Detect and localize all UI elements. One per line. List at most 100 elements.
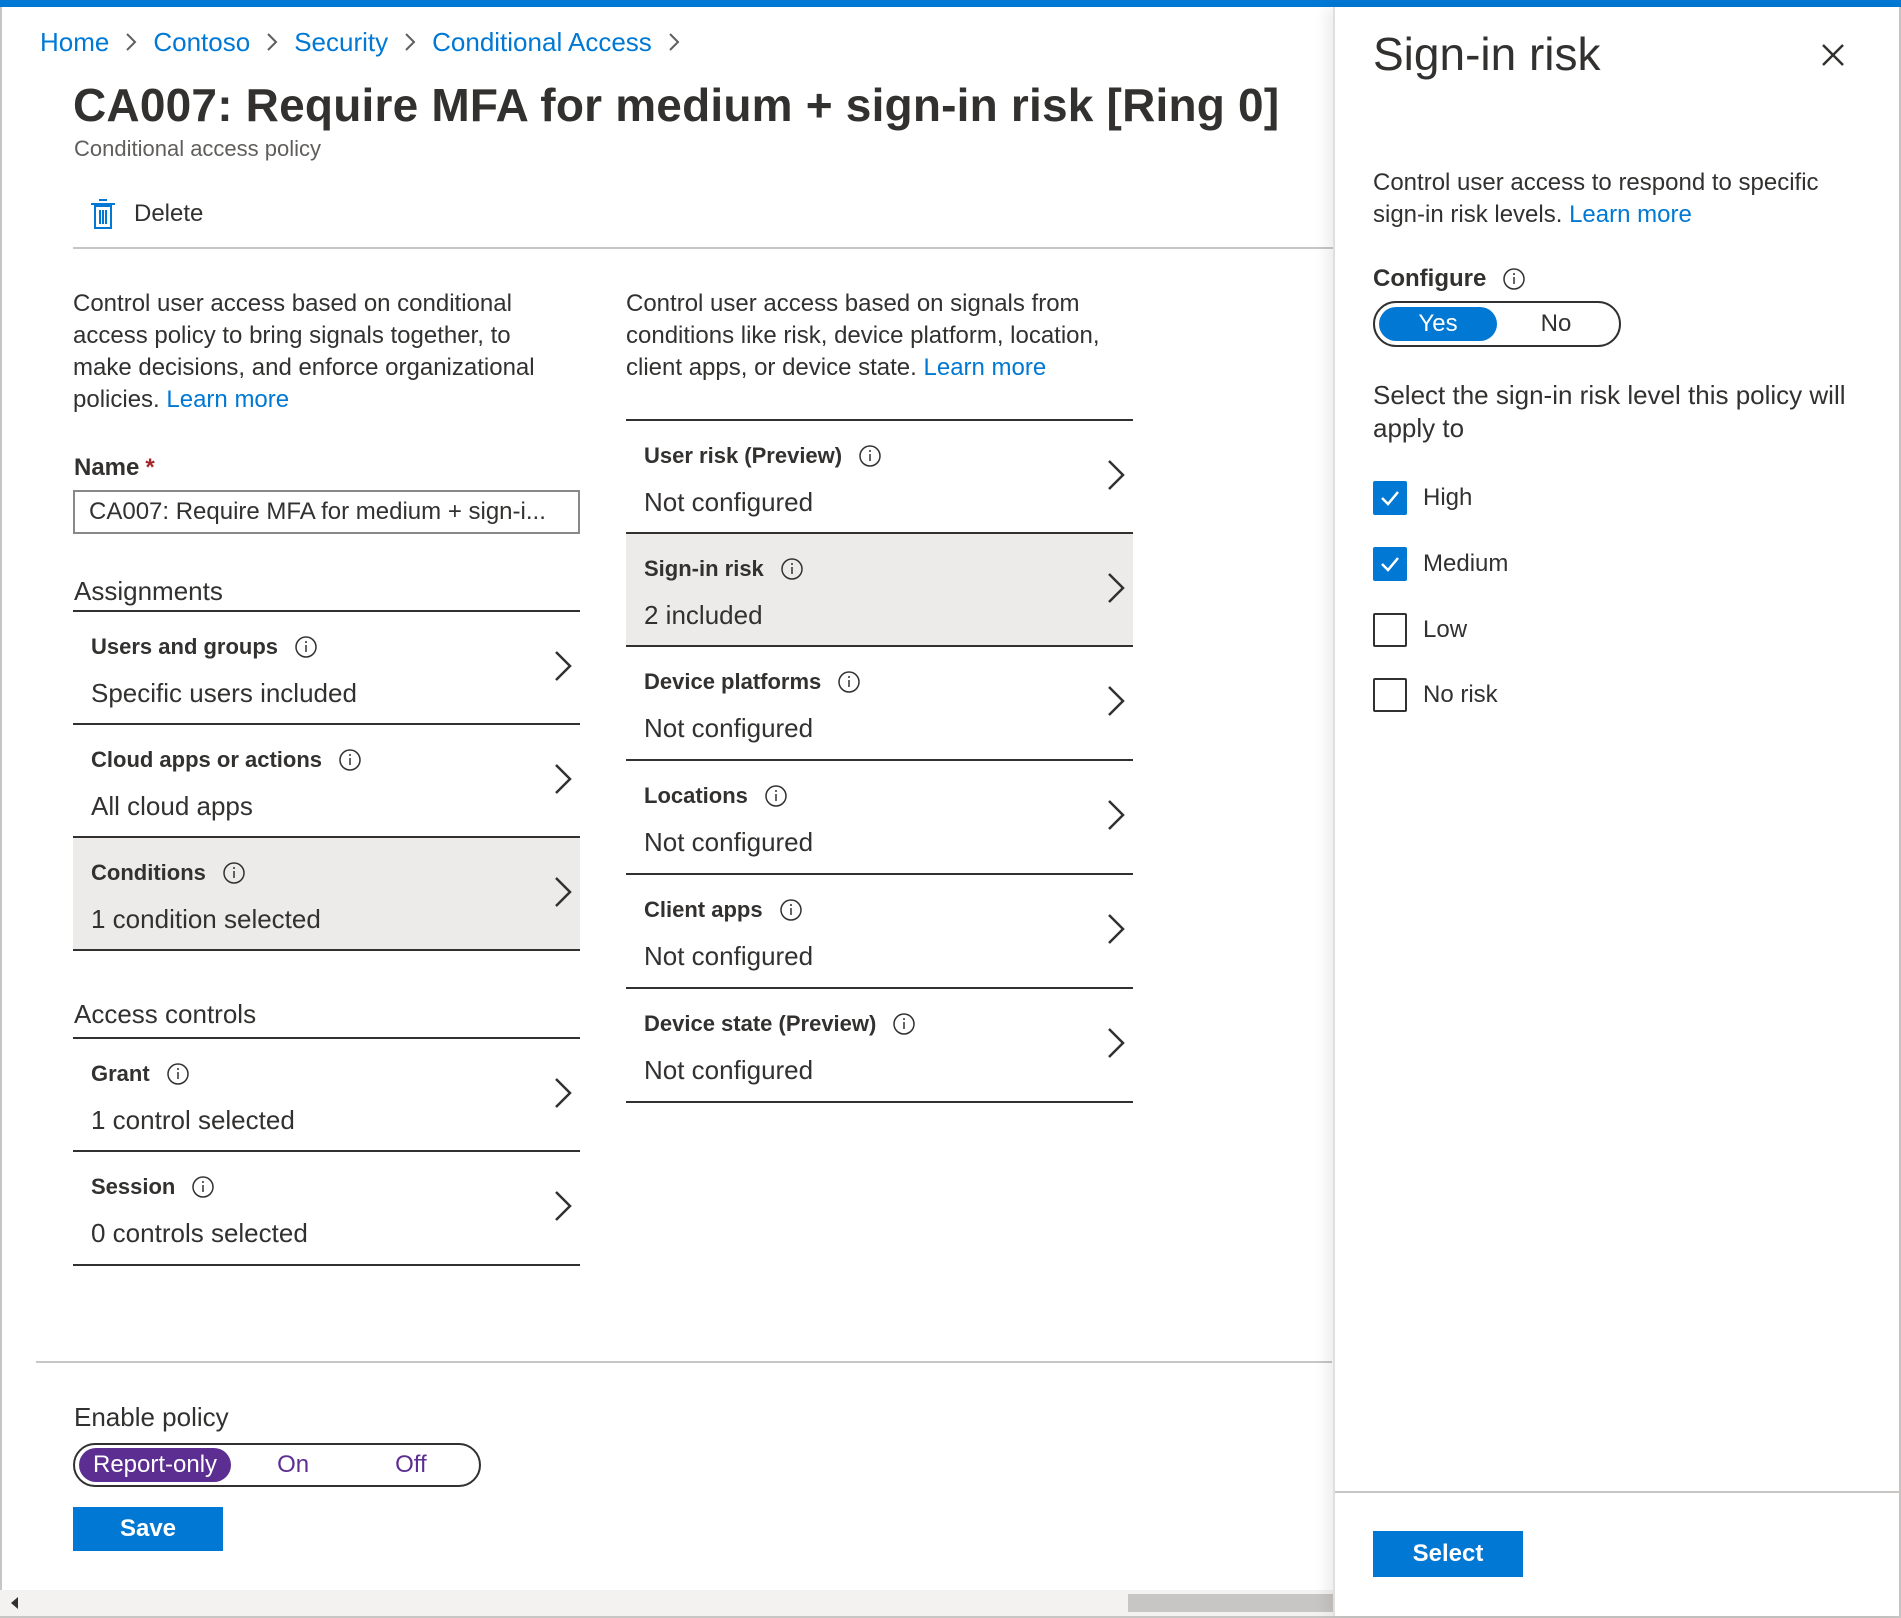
users-and-groups-row[interactable]: Users and groups Specific users included (73, 610, 580, 723)
checkbox-empty-icon[interactable] (1373, 678, 1407, 712)
blade-title: Sign-in risk (1373, 28, 1601, 80)
grant-row[interactable]: Grant 1 control selected (73, 1037, 580, 1150)
breadcrumb-home[interactable]: Home (40, 27, 109, 58)
info-icon[interactable] (338, 748, 362, 772)
risk-medium-label: Medium (1423, 550, 1509, 577)
risk-medium-checkbox[interactable]: Medium (1373, 546, 1508, 582)
info-icon[interactable] (780, 557, 804, 581)
scroll-left-icon[interactable] (6, 1594, 24, 1612)
chevron-right-icon (555, 651, 572, 681)
cloud-apps-row[interactable]: Cloud apps or actions All cloud apps (73, 723, 580, 836)
sign-in-risk-blade: Sign-in risk Control user access to resp… (1333, 7, 1901, 1616)
risk-none-checkbox[interactable]: No risk (1373, 677, 1498, 713)
info-icon[interactable] (892, 1012, 916, 1036)
blade-description: Control user access to respond to specif… (1373, 167, 1863, 231)
session-row[interactable]: Session 0 controls selected (73, 1150, 580, 1266)
off-option[interactable]: Off (395, 1451, 427, 1479)
risk-none-label: No risk (1423, 681, 1498, 708)
chevron-right-icon (125, 32, 137, 52)
row-title-text: Client apps (644, 897, 763, 922)
info-icon[interactable] (1502, 267, 1526, 291)
row-title: Client apps (644, 897, 803, 923)
command-bar-divider (73, 247, 1333, 249)
breadcrumb-conditional-access[interactable]: Conditional Access (432, 27, 652, 58)
page-subtitle: Conditional access policy (74, 136, 322, 161)
no-option[interactable]: No (1497, 310, 1615, 338)
risk-low-label: Low (1423, 616, 1468, 643)
chevron-right-icon (668, 32, 680, 52)
select-button[interactable]: Select (1373, 1531, 1523, 1577)
chevron-right-icon (1108, 800, 1125, 830)
learn-more-link[interactable]: Learn more (924, 354, 1047, 381)
chevron-right-icon (555, 1078, 572, 1108)
sign-in-risk-row[interactable]: Sign-in risk 2 included (626, 532, 1133, 645)
info-icon[interactable] (222, 861, 246, 885)
client-apps-row[interactable]: Client apps Not configured (626, 873, 1133, 986)
close-icon[interactable] (1813, 35, 1853, 75)
locations-row[interactable]: Locations Not configured (626, 759, 1133, 872)
row-title-text: Users and groups (91, 634, 279, 659)
info-icon[interactable] (858, 444, 882, 468)
name-label-text: Name (74, 454, 140, 481)
row-title-text: Grant (91, 1061, 150, 1086)
checkbox-empty-icon[interactable] (1373, 613, 1407, 647)
policy-description: Control user access based on conditional… (73, 288, 563, 416)
row-title: Device platforms (644, 669, 861, 695)
checkmark-icon[interactable] (1373, 547, 1407, 581)
row-title-text: Device state (Preview) (644, 1011, 877, 1036)
info-icon[interactable] (166, 1062, 190, 1086)
risk-high-checkbox[interactable]: High (1373, 480, 1472, 516)
device-state-row[interactable]: Device state (Preview) Not configured (626, 987, 1133, 1103)
enable-policy-label: Enable policy (74, 1402, 229, 1432)
horizontal-scrollbar[interactable] (0, 1590, 1334, 1616)
device-platforms-row[interactable]: Device platforms Not configured (626, 645, 1133, 758)
page-title: CA007: Require MFA for medium + sign-in … (73, 79, 1280, 131)
row-title: Cloud apps or actions (91, 747, 362, 773)
row-title: Grant (91, 1061, 190, 1087)
learn-more-link[interactable]: Learn more (1569, 201, 1692, 228)
user-risk-row[interactable]: User risk (Preview) Not configured (626, 419, 1133, 532)
row-value: 1 condition selected (91, 904, 321, 934)
chevron-right-icon (555, 877, 572, 907)
risk-low-checkbox[interactable]: Low (1373, 612, 1467, 648)
yes-option[interactable]: Yes (1379, 307, 1497, 341)
blade-footer-divider (1335, 1491, 1901, 1493)
row-value: All cloud apps (91, 791, 253, 821)
learn-more-link[interactable]: Learn more (166, 386, 289, 413)
info-icon[interactable] (779, 898, 803, 922)
checkmark-icon[interactable] (1373, 481, 1407, 515)
breadcrumb-security[interactable]: Security (294, 27, 388, 58)
chevron-right-icon (266, 32, 278, 52)
name-input[interactable] (73, 490, 580, 534)
configure-label: Configure (1373, 265, 1526, 293)
delete-button[interactable]: Delete (88, 196, 203, 232)
info-icon[interactable] (191, 1175, 215, 1199)
required-marker: * (145, 454, 155, 481)
conditions-row[interactable]: Conditions 1 condition selected (73, 836, 580, 951)
info-icon[interactable] (837, 670, 861, 694)
trash-icon (88, 198, 118, 230)
breadcrumb-contoso[interactable]: Contoso (153, 27, 250, 58)
row-title-text: Cloud apps or actions (91, 747, 323, 772)
top-accent-bar (0, 0, 1901, 7)
on-option[interactable]: On (277, 1451, 309, 1479)
chevron-right-icon (404, 32, 416, 52)
configure-label-text: Configure (1373, 265, 1487, 292)
risk-level-instructions: Select the sign-in risk level this polic… (1373, 380, 1846, 443)
scrollbar-thumb[interactable] (1128, 1594, 1334, 1612)
access-controls-heading: Access controls (74, 999, 257, 1029)
row-value: 1 control selected (91, 1105, 295, 1135)
row-value: Specific users included (91, 678, 357, 708)
chevron-right-icon (1108, 1028, 1125, 1058)
risk-high-label: High (1423, 484, 1473, 511)
info-icon[interactable] (764, 784, 788, 808)
row-title: Users and groups (91, 634, 318, 660)
row-title-text: Sign-in risk (644, 556, 764, 581)
chevron-right-icon (1108, 914, 1125, 944)
delete-label: Delete (134, 200, 204, 227)
report-only-option[interactable]: Report-only (79, 1448, 232, 1482)
chevron-right-icon (1108, 686, 1125, 716)
row-value: 2 included (644, 600, 763, 630)
info-icon[interactable] (294, 635, 318, 659)
save-button[interactable]: Save (73, 1507, 223, 1551)
